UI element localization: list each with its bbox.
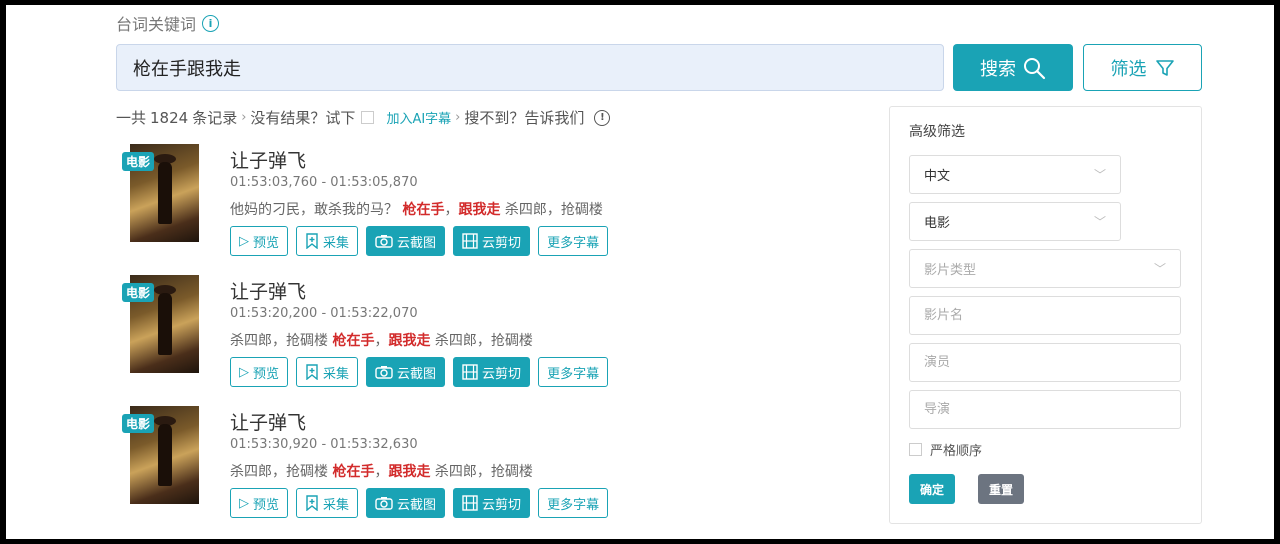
separator-chevron-icon: › — [455, 110, 461, 125]
subtitle-line: 杀四郎，抢碉楼 枪在手，跟我走 杀四郎，抢碉楼 — [230, 464, 533, 480]
search-button[interactable]: 搜索 — [953, 44, 1073, 91]
strict-order-label: 严格顺序 — [930, 444, 983, 459]
result-summary: 一共 1824 条记录 › 没有结果？试下 加入AI字幕 › 搜不到？告诉我们 … — [116, 107, 611, 128]
timecode: 01:53:03,760 - 01:53:05,870 — [230, 175, 418, 190]
play-icon: ▷ — [239, 495, 249, 511]
movie-title[interactable]: 让子弹飞 — [230, 408, 306, 435]
filter-button[interactable]: 筛选 — [1083, 44, 1202, 91]
summary-records: 条记录 — [192, 109, 238, 127]
reset-button[interactable]: 重置 — [978, 474, 1024, 504]
film-icon — [462, 495, 478, 511]
keyword-label-row: 台词关键词 i — [116, 11, 220, 35]
genre-select[interactable]: 影片类型 ﹀ — [909, 249, 1181, 288]
cloud-screenshot-button[interactable]: 云截图 — [366, 488, 446, 518]
search-input[interactable] — [116, 44, 944, 91]
cloud-screenshot-button[interactable]: 云截图 — [366, 357, 446, 387]
strict-order-checkbox[interactable] — [909, 443, 922, 456]
more-subtitles-button[interactable]: 更多字幕 — [538, 226, 609, 256]
timecode: 01:53:20,200 - 01:53:22,070 — [230, 306, 418, 321]
film-icon — [462, 364, 478, 380]
director-input[interactable] — [909, 390, 1181, 429]
result-item: 电影 让子弹飞 01:53:30,920 - 01:53:32,630 杀四郎，… — [122, 406, 882, 528]
more-subtitles-button[interactable]: 更多字幕 — [538, 488, 609, 518]
confirm-button[interactable]: 确定 — [909, 474, 955, 504]
cloud-clip-button[interactable]: 云剪切 — [453, 357, 531, 387]
bookmark-plus-icon — [306, 233, 318, 249]
more-subtitles-button[interactable]: 更多字幕 — [538, 357, 609, 387]
film-icon — [462, 233, 478, 249]
movie-title[interactable]: 让子弹飞 — [230, 277, 306, 304]
filter-button-label: 筛选 — [1110, 58, 1147, 80]
result-item: 电影 让子弹飞 01:53:03,760 - 01:53:05,870 他妈的刁… — [122, 144, 882, 266]
result-actions: ▷ 预览 采集 云截图 云剪切 更多字幕 — [230, 488, 609, 518]
play-icon: ▷ — [239, 364, 249, 380]
search-icon — [1024, 57, 1046, 79]
collect-button[interactable]: 采集 — [296, 226, 359, 256]
result-actions: ▷ 预览 采集 云截图 云剪切 更多字幕 — [230, 357, 609, 387]
result-item: 电影 让子弹飞 01:53:20,200 - 01:53:22,070 杀四郎，… — [122, 275, 882, 397]
chevron-down-icon: ﹀ — [1093, 168, 1106, 182]
subtitle-line: 杀四郎，抢碉楼 枪在手，跟我走 杀四郎，抢碉楼 — [230, 333, 533, 349]
camera-icon — [375, 497, 393, 510]
collect-button[interactable]: 采集 — [296, 357, 359, 387]
category-badge: 电影 — [122, 152, 155, 171]
filter-panel-title: 高级筛选 — [909, 124, 965, 140]
strict-order-option[interactable]: 严格顺序 — [909, 440, 982, 459]
no-result-text: 没有结果？试下 — [250, 109, 356, 127]
film-name-input[interactable] — [909, 296, 1181, 335]
camera-icon — [375, 366, 393, 379]
collect-button[interactable]: 采集 — [296, 488, 359, 518]
exclamation-icon[interactable]: ! — [594, 109, 611, 126]
camera-icon — [375, 235, 393, 248]
not-found-link[interactable]: 搜不到？告诉我们 — [464, 107, 584, 128]
movie-title[interactable]: 让子弹飞 — [230, 146, 306, 173]
timecode: 01:53:30,920 - 01:53:32,630 — [230, 437, 418, 452]
keyword-label: 台词关键词 — [116, 15, 197, 34]
cloud-clip-button[interactable]: 云剪切 — [453, 488, 531, 518]
preview-button[interactable]: ▷ 预览 — [230, 357, 289, 387]
language-select[interactable]: 中文 ﹀ — [909, 155, 1121, 194]
ai-subtitle-checkbox[interactable] — [361, 111, 375, 124]
advanced-filter-panel: 高级筛选 中文﹀ 电影﹀ 影片类型﹀ 严格顺序 确定 重置 — [889, 106, 1202, 524]
summary-prefix: 一共 — [116, 109, 147, 127]
cloud-screenshot-button[interactable]: 云截图 — [366, 226, 446, 256]
preview-button[interactable]: ▷ 预览 — [230, 226, 289, 256]
bookmark-plus-icon — [306, 495, 318, 511]
actor-input[interactable] — [909, 343, 1181, 382]
preview-button[interactable]: ▷ 预览 — [230, 488, 289, 518]
play-icon: ▷ — [239, 233, 249, 249]
ai-subtitle-link[interactable]: 加入AI字幕 — [386, 108, 451, 127]
search-button-label: 搜索 — [980, 58, 1016, 80]
info-icon[interactable]: i — [202, 14, 220, 32]
chevron-down-icon: ﹀ — [1153, 262, 1166, 276]
subtitle-line: 他妈的刁民，敢杀我的马？ 枪在手，跟我走 杀四郎，抢碉楼 — [230, 202, 603, 218]
result-count: 1824 — [150, 108, 189, 127]
category-select[interactable]: 电影 ﹀ — [909, 202, 1121, 241]
bookmark-plus-icon — [306, 364, 318, 380]
chevron-down-icon: ﹀ — [1093, 215, 1106, 229]
category-badge: 电影 — [122, 414, 155, 433]
separator-chevron-icon: › — [241, 110, 247, 125]
result-actions: ▷ 预览 采集 云截图 云剪切 更多字幕 — [230, 226, 609, 256]
funnel-icon — [1155, 59, 1174, 76]
page: 台词关键词 i 搜索 筛选 一共 1824 条记录 › 没有结果？试下 加入AI… — [6, 5, 1274, 539]
cloud-clip-button[interactable]: 云剪切 — [453, 226, 531, 256]
category-badge: 电影 — [122, 283, 155, 302]
